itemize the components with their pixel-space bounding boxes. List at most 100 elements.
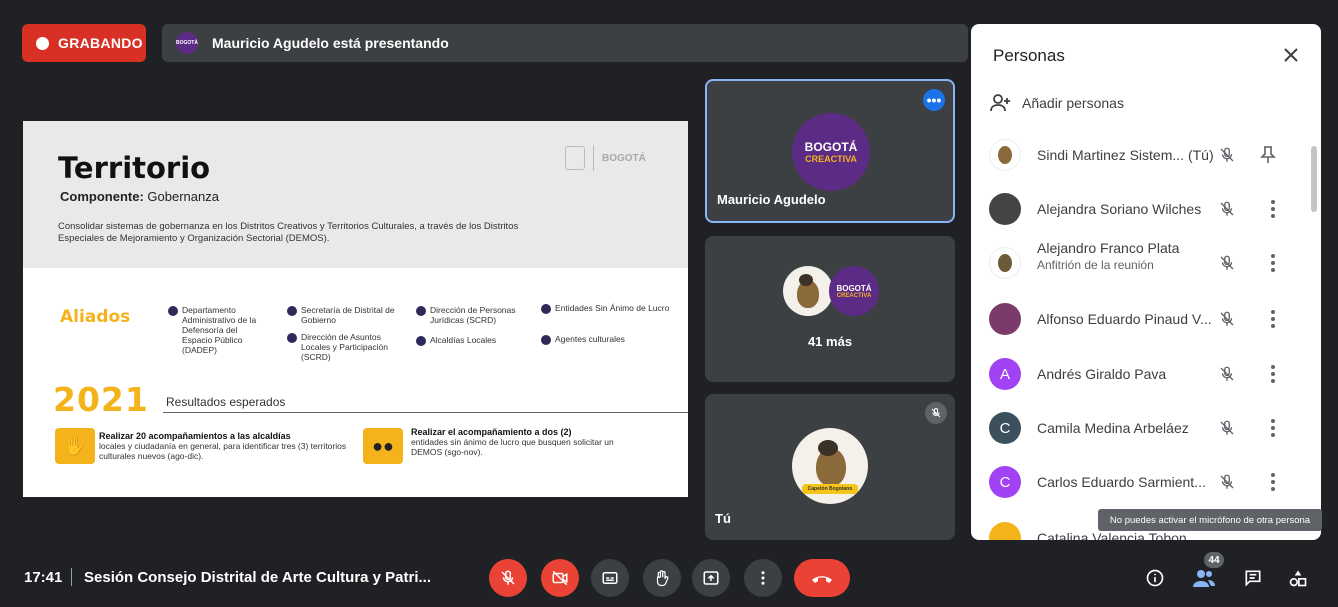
- activities-button[interactable]: [1285, 565, 1311, 591]
- add-people-button[interactable]: Añadir personas: [990, 94, 1124, 112]
- participant-tile-more[interactable]: BOGOTÁ CREACTIVA 41 más: [705, 236, 955, 382]
- bird-avatar: Capetón Bogotano: [792, 428, 868, 504]
- chat-icon: [1245, 570, 1261, 587]
- mic-toggle-button[interactable]: [489, 559, 527, 597]
- mic-tooltip: No puedes activar el micrófono de otra p…: [1098, 509, 1322, 531]
- person-row[interactable]: Sindi Martinez Sistem... (Tú): [971, 128, 1306, 182]
- avatar: [989, 247, 1021, 279]
- recording-dot-icon: [36, 36, 49, 50]
- more-vert-icon[interactable]: [1264, 307, 1282, 331]
- people-icon: [1193, 570, 1215, 587]
- meeting-info-button[interactable]: [1142, 565, 1168, 591]
- more-vert-icon[interactable]: [1264, 416, 1282, 440]
- info-icon: [1146, 569, 1164, 587]
- person-name: Camila Medina Arbeláez: [1037, 420, 1189, 436]
- bogota-creactiva-logo: BOGOTÁ CREACTIVA: [829, 266, 879, 316]
- aliados-heading: Aliados: [60, 307, 131, 327]
- ally-item: Departamento Administrativo de la Defens…: [168, 305, 268, 355]
- recording-button[interactable]: GRABANDO: [22, 24, 146, 62]
- result-1: Realizar 20 acompañamientos a las alcald…: [99, 431, 347, 461]
- person-row[interactable]: A Andrés Giraldo Pava: [971, 347, 1306, 401]
- more-vert-icon[interactable]: [1264, 362, 1282, 386]
- more-vert-icon[interactable]: [1264, 197, 1282, 221]
- avatar: C: [989, 466, 1021, 498]
- leave-call-button[interactable]: [794, 559, 850, 597]
- presenting-bar: BOGOTÁ Mauricio Agudelo está presentando: [162, 24, 968, 62]
- meeting-title: Sesión Consejo Distrital de Arte Cultura…: [84, 569, 432, 586]
- hand-icon: [656, 570, 669, 587]
- mic-off-icon: [501, 570, 515, 585]
- avatar: [989, 139, 1021, 171]
- panel-title: Personas: [993, 46, 1065, 65]
- person-name: Catalina Valencia Tobon: [1037, 530, 1187, 540]
- slide-logos: BOGOTÁ: [565, 145, 646, 171]
- activities-icon: [1289, 570, 1307, 587]
- raise-hand-button[interactable]: [643, 559, 681, 597]
- bogota-logo: BOGOTÁ: [602, 152, 646, 164]
- hangup-icon: [812, 576, 832, 583]
- ally-item: Dirección de Personas Jurídicas (SCRD): [416, 305, 541, 325]
- more-options-icon[interactable]: •••: [923, 89, 945, 111]
- add-person-icon: [990, 94, 1010, 112]
- recording-label: GRABANDO: [58, 35, 143, 51]
- mic-off-icon[interactable]: [1215, 251, 1239, 275]
- avatar: [989, 303, 1021, 335]
- people-icon: ●●: [363, 428, 403, 464]
- people-button[interactable]: [1191, 565, 1217, 591]
- person-row[interactable]: Alejandro Franco Plata Anfitrión de la r…: [971, 236, 1306, 290]
- more-vert-icon[interactable]: [1264, 470, 1282, 494]
- present-icon: [703, 571, 719, 585]
- present-screen-button[interactable]: [692, 559, 730, 597]
- slide-title: Territorio: [58, 151, 211, 185]
- participant-tile-self[interactable]: Capetón Bogotano Tú: [705, 394, 955, 540]
- people-count-badge: 44: [1204, 552, 1224, 568]
- person-row[interactable]: Alejandra Soriano Wilches: [971, 182, 1306, 236]
- mic-off-icon: [925, 402, 947, 424]
- bogota-crest-icon: [565, 146, 585, 170]
- bird-avatar: [783, 266, 833, 316]
- person-name: Carlos Eduardo Sarmient...: [1037, 474, 1206, 490]
- more-options-button[interactable]: [744, 559, 782, 597]
- mic-off-icon[interactable]: [1215, 143, 1239, 167]
- presenter-name: Mauricio Agudelo: [717, 192, 826, 207]
- person-name: Sindi Martinez Sistem... (Tú): [1037, 147, 1214, 163]
- meeting-time: 17:41: [24, 569, 63, 586]
- more-vert-icon[interactable]: [1264, 251, 1282, 275]
- mic-off-icon[interactable]: [1215, 307, 1239, 331]
- presenter-logo-icon: BOGOTÁ: [176, 32, 198, 54]
- avatar: [989, 522, 1021, 540]
- person-row[interactable]: C Camila Medina Arbeláez: [971, 401, 1306, 455]
- result-2: Realizar el acompañamiento a dos (2) enti…: [411, 427, 614, 457]
- bogota-creactiva-logo: BOGOTÁ CREACTIVA: [792, 113, 870, 191]
- mic-off-icon[interactable]: [1215, 416, 1239, 440]
- ally-item: Alcaldías Locales: [416, 335, 536, 346]
- person-row[interactable]: C Carlos Eduardo Sarmient...: [971, 455, 1306, 509]
- person-row[interactable]: Alfonso Eduardo Pinaud V...: [971, 292, 1306, 346]
- more-participants-label: 41 más: [807, 334, 853, 349]
- panel-scrollbar[interactable]: [1311, 146, 1317, 212]
- camera-toggle-button[interactable]: [541, 559, 579, 597]
- ally-item: Agentes culturales: [541, 334, 671, 345]
- pin-icon[interactable]: [1259, 143, 1277, 167]
- host-label: Anfitrión de la reunión: [1037, 258, 1154, 272]
- slide-year: 2021: [53, 380, 149, 419]
- chat-button[interactable]: [1240, 565, 1266, 591]
- self-name: Tú: [715, 511, 731, 526]
- close-icon[interactable]: [1279, 43, 1303, 67]
- handshake-icon: ✋: [55, 428, 95, 464]
- ally-item: Entidades Sin Ánimo de Lucro: [541, 303, 671, 314]
- person-name: Alejandra Soriano Wilches: [1037, 201, 1202, 217]
- camera-off-icon: [552, 570, 568, 586]
- results-heading: Resultados esperados: [166, 395, 286, 409]
- avatar: A: [989, 358, 1021, 390]
- person-name: Andrés Giraldo Pava: [1037, 366, 1167, 382]
- mic-off-icon[interactable]: [1215, 470, 1239, 494]
- captions-button[interactable]: [591, 559, 629, 597]
- mic-off-icon[interactable]: [1215, 362, 1239, 386]
- slide-component: Componente: Gobernanza: [60, 189, 219, 204]
- participant-tile-presenter[interactable]: ••• BOGOTÁ CREACTIVA Mauricio Agudelo: [705, 79, 955, 223]
- avatar: C: [989, 412, 1021, 444]
- mic-off-icon[interactable]: [1215, 197, 1239, 221]
- ally-item: Secretaría de Distrital de Gobierno: [287, 305, 407, 325]
- slide-description: Consolidar sistemas de gobernanza en los…: [58, 221, 519, 244]
